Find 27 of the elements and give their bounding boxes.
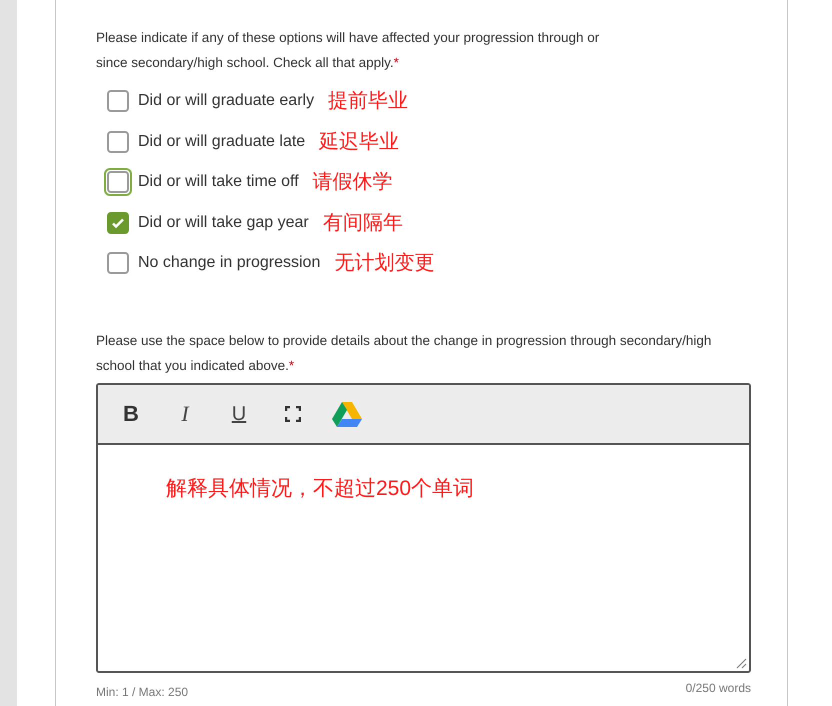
check-icon (111, 216, 125, 230)
checkbox-label: Did or will take gap year (138, 212, 309, 233)
underline-button[interactable]: U (222, 396, 256, 430)
checkbox-label: Did or will graduate late (138, 132, 306, 152)
checkbox[interactable] (107, 130, 129, 153)
checkbox[interactable] (107, 252, 129, 274)
italic-button[interactable]: I (168, 396, 202, 430)
annotation-text: 提前毕业 (328, 89, 408, 114)
checkbox-label: Did or will graduate early (138, 91, 314, 112)
annotation-text: 请假休学 (312, 170, 393, 196)
checkbox[interactable] (107, 212, 129, 234)
annotation-text: 有间隔年 (322, 210, 403, 236)
bold-button[interactable]: B (114, 396, 148, 430)
annotation-text: 解释具体情况，不超过250个单词 (166, 476, 474, 500)
annotation-text: 延迟毕业 (319, 130, 400, 155)
question-text: Please use the space below to provide details about the change in progression through secondary/high school that you indicated above.* (96, 332, 712, 375)
triangle-logo-icon (332, 400, 362, 426)
question-text: Please indicate if any of these options will have affected your progression through or since secondary/high school. Check all that apply.* (96, 29, 600, 72)
resize-grip-icon (735, 656, 747, 668)
resize-handle[interactable] (735, 656, 747, 668)
word-count: 0/250 words (686, 680, 751, 696)
checkbox-label: Did or will take time off (138, 172, 299, 192)
checkbox[interactable] (107, 90, 129, 112)
word-limit-text: Min: 1 / Max: 250 (96, 684, 188, 700)
checkbox-label: No change in progression (138, 253, 320, 274)
fullscreen-icon (285, 406, 301, 422)
annotation-text: 无计划变更 (334, 251, 434, 276)
